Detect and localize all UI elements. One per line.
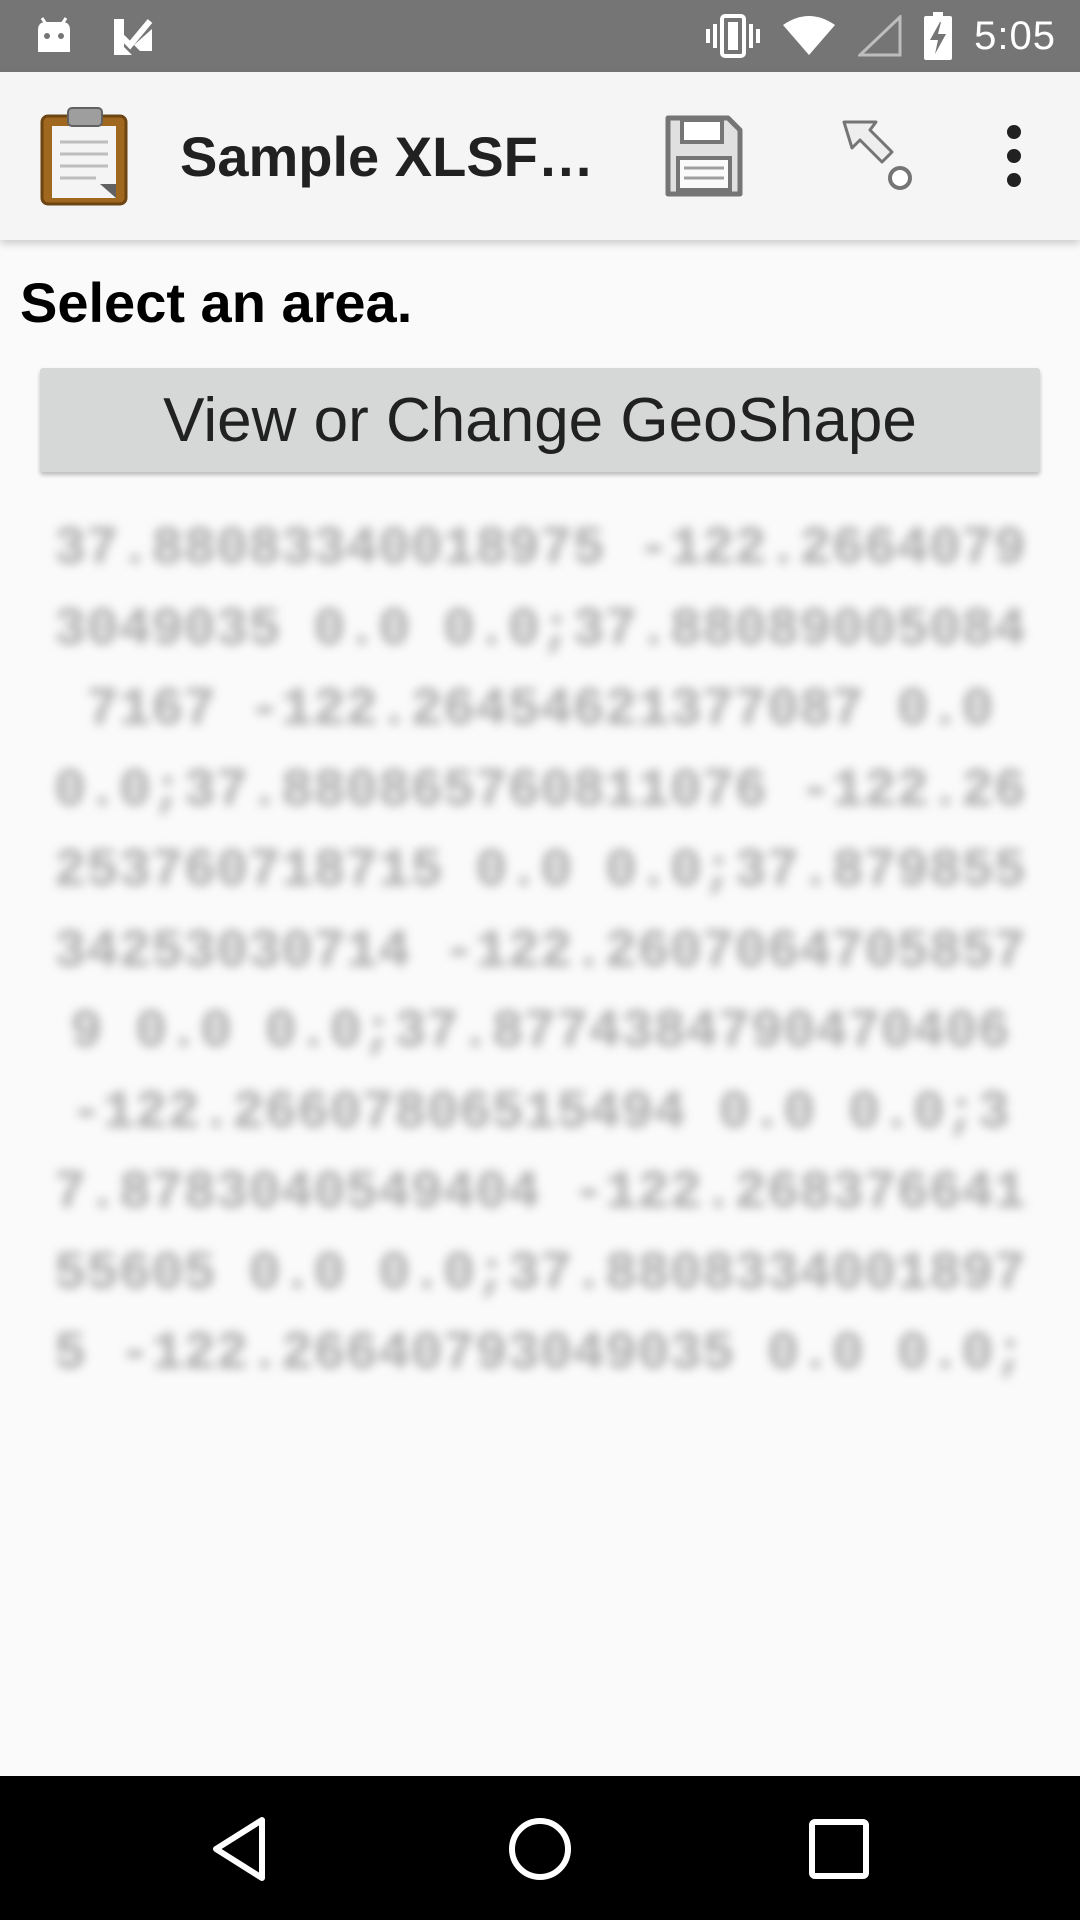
home-icon[interactable] [505,1814,575,1884]
navigation-bar [0,1776,1080,1920]
form-content: Select an area. View or Change GeoShape … [0,240,1080,1776]
cell-signal-icon [858,15,902,57]
android-debug-icon [38,17,70,52]
task-check-icon [114,19,153,55]
app-title: Sample XLSFo… [180,125,620,188]
question-label: Select an area. [20,271,413,334]
go-to-icon[interactable] [840,118,916,194]
status-bar: 5:05 [0,0,1080,72]
vibrate-icon [706,14,761,58]
battery-charging-icon [924,12,953,60]
clock: 5:05 [974,13,1056,58]
recents-icon[interactable] [804,1814,874,1884]
wifi-icon [783,16,836,55]
app-bar: Sample XLSFo… [0,72,1080,240]
clipboard-icon [40,107,128,206]
save-icon[interactable] [664,114,744,198]
geoshape-value: 37.88083340018975 -122.26640793049035 0.… [53,519,1027,1385]
overflow-menu-icon[interactable] [994,124,1034,188]
back-icon[interactable] [206,1814,276,1884]
view-change-geoshape-button[interactable]: View or Change GeoShape [40,368,1040,472]
